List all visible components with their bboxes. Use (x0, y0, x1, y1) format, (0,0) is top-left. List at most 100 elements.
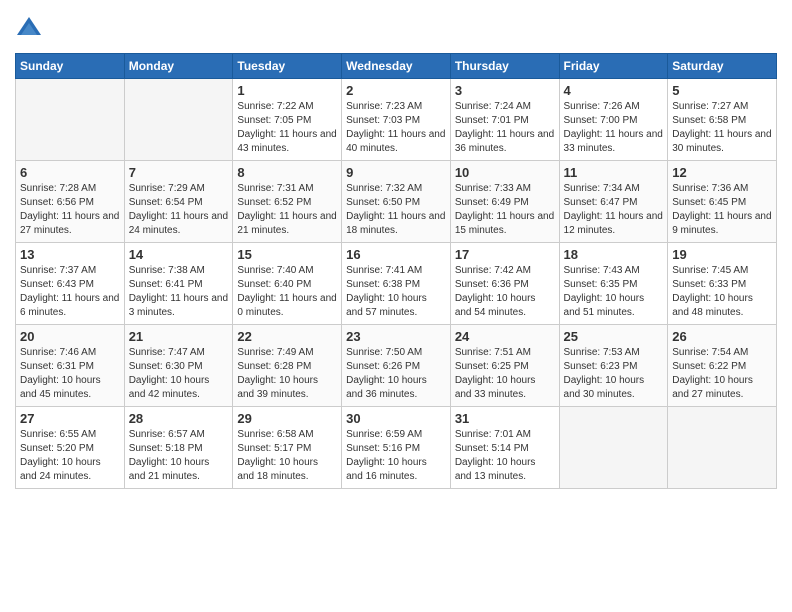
day-number: 31 (455, 411, 555, 426)
calendar-cell: 4Sunrise: 7:26 AM Sunset: 7:00 PM Daylig… (559, 79, 668, 161)
day-info: Sunrise: 7:46 AM Sunset: 6:31 PM Dayligh… (20, 346, 120, 402)
day-number: 3 (455, 83, 555, 98)
calendar-cell: 11 Sunrise: 7:34 AM Sunset: 6:47 PM Dayli… (559, 161, 668, 243)
day-info: Sunrise: 7:50 AM Sunset: 6:26 PM Dayligh… (346, 346, 446, 402)
calendar-cell: 5 Sunrise: 7:27 AM Sunset: 6:58 PM Daylig… (668, 79, 777, 161)
column-header-wednesday: Wednesday (342, 54, 451, 79)
calendar-week-3: 13 Sunrise: 7:37 AM Sunset: 6:43 PM Dayli… (16, 243, 777, 325)
day-number: 28 (129, 411, 229, 426)
calendar-cell: 13 Sunrise: 7:37 AM Sunset: 6:43 PM Dayli… (16, 243, 125, 325)
calendar-cell: 2 Sunrise: 7:23 AM Sunset: 7:03 PM Daylig… (342, 79, 451, 161)
day-info: Sunrise: 7:28 AM Sunset: 6:56 PM Dayligh… (20, 182, 120, 238)
day-info: Sunrise: 7:26 AM Sunset: 7:00 PM Dayligh… (564, 100, 664, 156)
calendar-cell: 21Sunrise: 7:47 AM Sunset: 6:30 PM Dayli… (124, 325, 233, 407)
calendar-cell: 19 Sunrise: 7:45 AM Sunset: 6:33 PM Dayli… (668, 243, 777, 325)
day-info: Sunrise: 7:49 AM Sunset: 6:28 PM Dayligh… (237, 346, 337, 402)
day-number: 24 (455, 329, 555, 344)
day-number: 2 (346, 83, 446, 98)
day-number: 14 (129, 247, 229, 262)
day-info: Sunrise: 7:34 AM Sunset: 6:47 PM Dayligh… (564, 182, 664, 238)
day-number: 25 (564, 329, 664, 344)
calendar-cell: 25 Sunrise: 7:53 AM Sunset: 6:23 PM Dayli… (559, 325, 668, 407)
calendar-cell: 1Sunrise: 7:22 AM Sunset: 7:05 PM Daylig… (233, 79, 342, 161)
day-info: Sunrise: 7:24 AM Sunset: 7:01 PM Dayligh… (455, 100, 555, 156)
day-number: 7 (129, 165, 229, 180)
day-number: 23 (346, 329, 446, 344)
day-info: Sunrise: 6:59 AM Sunset: 5:16 PM Dayligh… (346, 428, 446, 484)
day-info: Sunrise: 7:42 AM Sunset: 6:36 PM Dayligh… (455, 264, 555, 320)
day-info: Sunrise: 7:53 AM Sunset: 6:23 PM Dayligh… (564, 346, 664, 402)
calendar-cell: 27 Sunrise: 6:55 AM Sunset: 5:20 PM Dayli… (16, 407, 125, 489)
column-header-thursday: Thursday (450, 54, 559, 79)
day-number: 10 (455, 165, 555, 180)
calendar-cell (16, 79, 125, 161)
day-number: 19 (672, 247, 772, 262)
calendar-cell: 22 Sunrise: 7:49 AM Sunset: 6:28 PM Dayli… (233, 325, 342, 407)
calendar-cell: 30 Sunrise: 6:59 AM Sunset: 5:16 PM Dayli… (342, 407, 451, 489)
column-header-monday: Monday (124, 54, 233, 79)
calendar-week-2: 6 Sunrise: 7:28 AM Sunset: 6:56 PM Daylig… (16, 161, 777, 243)
day-number: 26 (672, 329, 772, 344)
day-number: 18 (564, 247, 664, 262)
day-number: 21 (129, 329, 229, 344)
day-number: 13 (20, 247, 120, 262)
column-header-tuesday: Tuesday (233, 54, 342, 79)
calendar-cell: 16Sunrise: 7:41 AM Sunset: 6:38 PM Dayli… (342, 243, 451, 325)
day-number: 30 (346, 411, 446, 426)
day-info: Sunrise: 7:01 AM Sunset: 5:14 PM Dayligh… (455, 428, 555, 484)
column-header-saturday: Saturday (668, 54, 777, 79)
calendar-header-row: SundayMondayTuesdayWednesdayThursdayFrid… (16, 54, 777, 79)
day-number: 29 (237, 411, 337, 426)
calendar-cell: 9 Sunrise: 7:32 AM Sunset: 6:50 PM Daylig… (342, 161, 451, 243)
calendar-cell: 28 Sunrise: 6:57 AM Sunset: 5:18 PM Dayli… (124, 407, 233, 489)
day-info: Sunrise: 7:43 AM Sunset: 6:35 PM Dayligh… (564, 264, 664, 320)
calendar-cell (559, 407, 668, 489)
calendar-cell: 10 Sunrise: 7:33 AM Sunset: 6:49 PM Dayli… (450, 161, 559, 243)
calendar-week-5: 27 Sunrise: 6:55 AM Sunset: 5:20 PM Dayli… (16, 407, 777, 489)
day-info: Sunrise: 6:58 AM Sunset: 5:17 PM Dayligh… (237, 428, 337, 484)
calendar-cell: 17 Sunrise: 7:42 AM Sunset: 6:36 PM Dayli… (450, 243, 559, 325)
calendar-cell: 18 Sunrise: 7:43 AM Sunset: 6:35 PM Dayli… (559, 243, 668, 325)
calendar-cell: 15Sunrise: 7:40 AM Sunset: 6:40 PM Dayli… (233, 243, 342, 325)
calendar-cell: 20 Sunrise: 7:46 AM Sunset: 6:31 PM Dayli… (16, 325, 125, 407)
day-number: 17 (455, 247, 555, 262)
logo (15, 15, 47, 43)
page-header (15, 15, 777, 43)
day-info: Sunrise: 7:27 AM Sunset: 6:58 PM Dayligh… (672, 100, 772, 156)
column-header-friday: Friday (559, 54, 668, 79)
day-info: Sunrise: 6:55 AM Sunset: 5:20 PM Dayligh… (20, 428, 120, 484)
calendar-cell: 31 Sunrise: 7:01 AM Sunset: 5:14 PM Dayli… (450, 407, 559, 489)
day-number: 27 (20, 411, 120, 426)
day-info: Sunrise: 7:54 AM Sunset: 6:22 PM Dayligh… (672, 346, 772, 402)
calendar-cell: 26 Sunrise: 7:54 AM Sunset: 6:22 PM Dayli… (668, 325, 777, 407)
calendar-cell (668, 407, 777, 489)
day-info: Sunrise: 7:23 AM Sunset: 7:03 PM Dayligh… (346, 100, 446, 156)
calendar-cell: 29 Sunrise: 6:58 AM Sunset: 5:17 PM Dayli… (233, 407, 342, 489)
calendar-table: SundayMondayTuesdayWednesdayThursdayFrid… (15, 53, 777, 489)
day-info: Sunrise: 7:29 AM Sunset: 6:54 PM Dayligh… (129, 182, 229, 238)
calendar-cell: 8Sunrise: 7:31 AM Sunset: 6:52 PM Daylig… (233, 161, 342, 243)
day-info: Sunrise: 7:33 AM Sunset: 6:49 PM Dayligh… (455, 182, 555, 238)
calendar-cell: 24 Sunrise: 7:51 AM Sunset: 6:25 PM Dayli… (450, 325, 559, 407)
calendar-cell: 3 Sunrise: 7:24 AM Sunset: 7:01 PM Daylig… (450, 79, 559, 161)
calendar-cell: 14 Sunrise: 7:38 AM Sunset: 6:41 PM Dayli… (124, 243, 233, 325)
day-info: Sunrise: 6:57 AM Sunset: 5:18 PM Dayligh… (129, 428, 229, 484)
day-info: Sunrise: 7:45 AM Sunset: 6:33 PM Dayligh… (672, 264, 772, 320)
calendar-cell: 12Sunrise: 7:36 AM Sunset: 6:45 PM Dayli… (668, 161, 777, 243)
day-info: Sunrise: 7:37 AM Sunset: 6:43 PM Dayligh… (20, 264, 120, 320)
day-info: Sunrise: 7:36 AM Sunset: 6:45 PM Dayligh… (672, 182, 772, 238)
day-number: 5 (672, 83, 772, 98)
day-number: 11 (564, 165, 664, 180)
day-number: 6 (20, 165, 120, 180)
calendar-cell: 23 Sunrise: 7:50 AM Sunset: 6:26 PM Dayli… (342, 325, 451, 407)
day-number: 9 (346, 165, 446, 180)
calendar-cell: 6 Sunrise: 7:28 AM Sunset: 6:56 PM Daylig… (16, 161, 125, 243)
logo-icon (15, 15, 43, 43)
day-info: Sunrise: 7:51 AM Sunset: 6:25 PM Dayligh… (455, 346, 555, 402)
day-number: 20 (20, 329, 120, 344)
day-number: 22 (237, 329, 337, 344)
calendar-cell: 7 Sunrise: 7:29 AM Sunset: 6:54 PM Daylig… (124, 161, 233, 243)
day-info: Sunrise: 7:32 AM Sunset: 6:50 PM Dayligh… (346, 182, 446, 238)
day-info: Sunrise: 7:41 AM Sunset: 6:38 PM Dayligh… (346, 264, 446, 320)
day-info: Sunrise: 7:38 AM Sunset: 6:41 PM Dayligh… (129, 264, 229, 320)
